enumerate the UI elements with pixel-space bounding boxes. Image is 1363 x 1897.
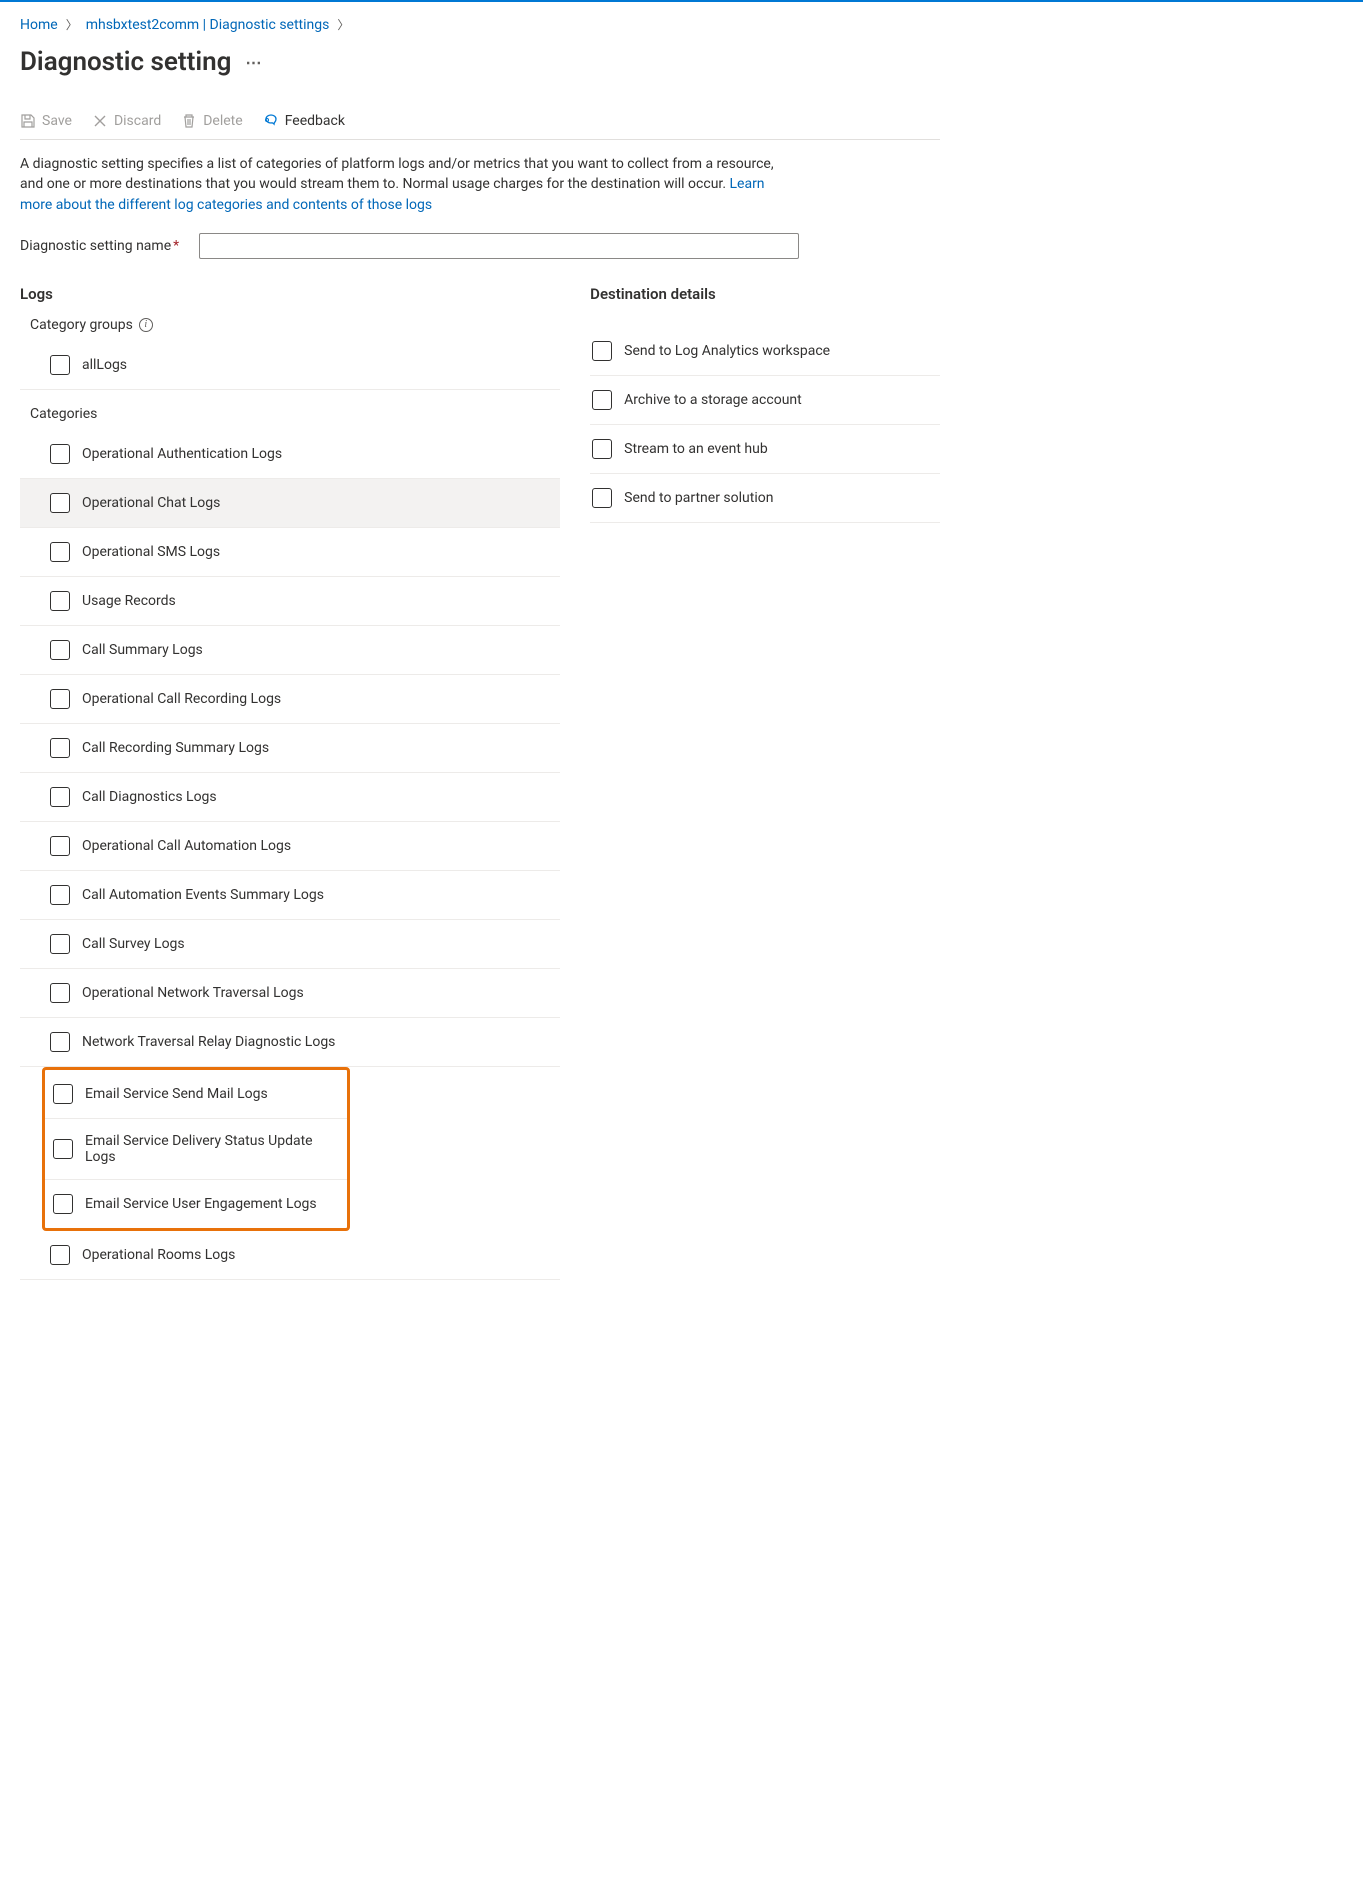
checkbox[interactable] <box>50 738 70 758</box>
checkbox[interactable] <box>50 983 70 1003</box>
checkbox[interactable] <box>592 390 612 410</box>
category-group-alllogs[interactable]: allLogs <box>20 341 560 390</box>
categories-label: Categories <box>30 406 560 422</box>
checkbox[interactable] <box>50 787 70 807</box>
checkbox-label: Archive to a storage account <box>624 392 802 408</box>
checkbox[interactable] <box>592 341 612 361</box>
checkbox[interactable] <box>53 1139 73 1159</box>
category-row[interactable]: Operational Rooms Logs <box>20 1231 560 1280</box>
checkbox-label: Operational Network Traversal Logs <box>82 985 304 1001</box>
checkbox[interactable] <box>50 836 70 856</box>
highlighted-categories: Email Service Send Mail Logs Email Servic… <box>42 1067 350 1231</box>
description-text: A diagnostic setting specifies a list of… <box>20 154 780 215</box>
save-button[interactable]: Save <box>20 113 72 129</box>
checkbox-label: Network Traversal Relay Diagnostic Logs <box>82 1034 335 1050</box>
checkbox-label: Call Automation Events Summary Logs <box>82 887 324 903</box>
delete-button[interactable]: Delete <box>181 113 242 129</box>
toolbar: Save Discard Delete Feedback <box>20 113 940 140</box>
category-row-highlighted[interactable]: Email Service User Engagement Logs <box>45 1180 347 1228</box>
page-title: Diagnostic setting ⋯ <box>20 47 940 77</box>
checkbox-label: Send to partner solution <box>624 490 773 506</box>
checkbox[interactable] <box>50 689 70 709</box>
checkbox[interactable] <box>50 542 70 562</box>
feedback-icon <box>263 113 279 129</box>
category-row[interactable]: Call Automation Events Summary Logs <box>20 871 560 920</box>
destination-row[interactable]: Archive to a storage account <box>590 376 940 425</box>
checkbox[interactable] <box>50 591 70 611</box>
checkbox[interactable] <box>53 1194 73 1214</box>
checkbox-label: Call Survey Logs <box>82 936 185 952</box>
checkbox-label: Email Service Send Mail Logs <box>85 1086 268 1102</box>
save-icon <box>20 113 36 129</box>
more-icon[interactable]: ⋯ <box>245 53 262 72</box>
destination-row[interactable]: Stream to an event hub <box>590 425 940 474</box>
close-icon <box>92 113 108 129</box>
checkbox-label: Call Summary Logs <box>82 642 203 658</box>
category-groups-label: Category groups i <box>30 317 560 333</box>
checkbox[interactable] <box>592 439 612 459</box>
checkbox-label: Operational Rooms Logs <box>82 1247 235 1263</box>
checkbox[interactable] <box>50 444 70 464</box>
checkbox-label: Operational Call Automation Logs <box>82 838 291 854</box>
checkbox[interactable] <box>50 1032 70 1052</box>
category-row[interactable]: Usage Records <box>20 577 560 626</box>
destination-row[interactable]: Send to Log Analytics workspace <box>590 327 940 376</box>
discard-button[interactable]: Discard <box>92 113 161 129</box>
checkbox[interactable] <box>50 355 70 375</box>
checkbox-label: Operational Chat Logs <box>82 495 220 511</box>
diagnostic-setting-name-input[interactable] <box>199 233 799 259</box>
checkbox[interactable] <box>50 934 70 954</box>
checkbox[interactable] <box>50 885 70 905</box>
checkbox-label: Call Diagnostics Logs <box>82 789 217 805</box>
checkbox[interactable] <box>50 640 70 660</box>
checkbox-label: Operational SMS Logs <box>82 544 220 560</box>
logs-header: Logs <box>20 285 560 303</box>
destination-row[interactable]: Send to partner solution <box>590 474 940 523</box>
category-row[interactable]: Call Survey Logs <box>20 920 560 969</box>
category-row-highlighted[interactable]: Email Service Send Mail Logs <box>45 1070 347 1119</box>
category-row[interactable]: Operational Network Traversal Logs <box>20 969 560 1018</box>
checkbox[interactable] <box>53 1084 73 1104</box>
category-row[interactable]: Operational Call Automation Logs <box>20 822 560 871</box>
category-row[interactable]: Network Traversal Relay Diagnostic Logs <box>20 1018 560 1067</box>
breadcrumb: Home 〉 mhsbxtest2comm | Diagnostic setti… <box>20 16 940 33</box>
category-row[interactable]: Call Diagnostics Logs <box>20 773 560 822</box>
trash-icon <box>181 113 197 129</box>
breadcrumb-home[interactable]: Home <box>20 17 58 33</box>
checkbox-label: Operational Call Recording Logs <box>82 691 281 707</box>
category-row[interactable]: Operational Call Recording Logs <box>20 675 560 724</box>
category-row[interactable]: Call Recording Summary Logs <box>20 724 560 773</box>
checkbox-label: Email Service User Engagement Logs <box>85 1196 317 1212</box>
breadcrumb-resource[interactable]: mhsbxtest2comm | Diagnostic settings <box>86 17 330 33</box>
category-row[interactable]: Operational SMS Logs <box>20 528 560 577</box>
feedback-button[interactable]: Feedback <box>263 113 345 129</box>
chevron-right-icon: 〉 <box>66 16 78 33</box>
checkbox[interactable] <box>50 493 70 513</box>
category-row-highlighted[interactable]: Email Service Delivery Status Update Log… <box>45 1119 347 1180</box>
category-row[interactable]: Call Summary Logs <box>20 626 560 675</box>
checkbox-label: Stream to an event hub <box>624 441 768 457</box>
checkbox-label: Operational Authentication Logs <box>82 446 282 462</box>
checkbox[interactable] <box>592 488 612 508</box>
checkbox[interactable] <box>50 1245 70 1265</box>
category-row[interactable]: Operational Authentication Logs <box>20 430 560 479</box>
checkbox-label: Call Recording Summary Logs <box>82 740 269 756</box>
checkbox-label: allLogs <box>82 357 127 373</box>
destination-header: Destination details <box>590 285 940 303</box>
info-icon[interactable]: i <box>139 318 153 332</box>
chevron-right-icon: 〉 <box>337 16 349 33</box>
name-field-label: Diagnostic setting name* <box>20 238 179 254</box>
checkbox-label: Send to Log Analytics workspace <box>624 343 830 359</box>
checkbox-label: Usage Records <box>82 593 176 609</box>
category-row[interactable]: Operational Chat Logs <box>20 479 560 528</box>
checkbox-label: Email Service Delivery Status Update Log… <box>85 1133 343 1165</box>
